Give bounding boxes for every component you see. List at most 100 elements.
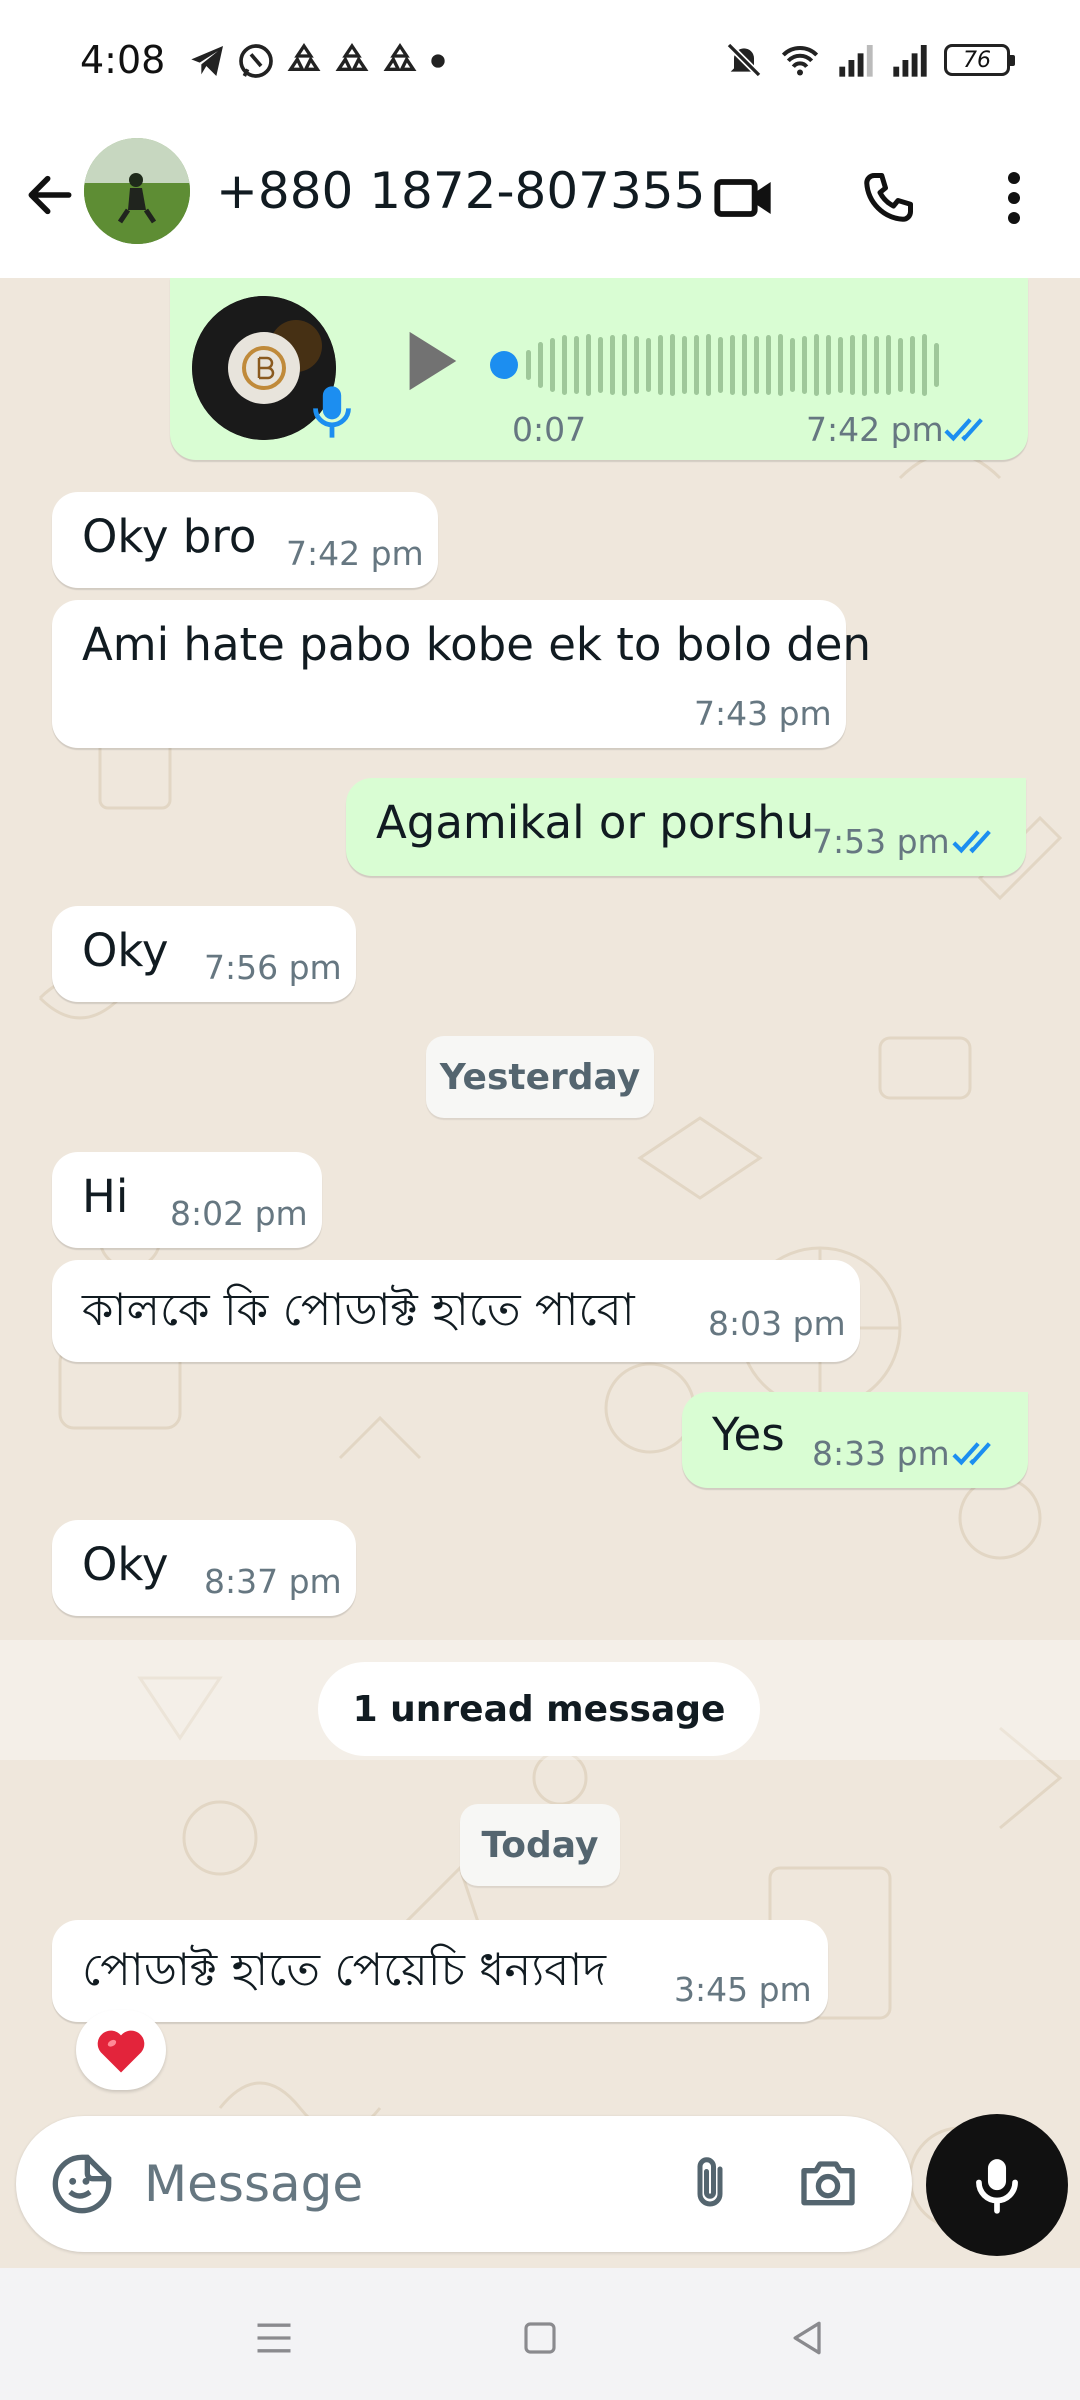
waveform-bar: [670, 334, 675, 396]
menu-icon: [257, 2323, 291, 2353]
heart-icon: [97, 2030, 145, 2073]
voice-call-button[interactable]: [848, 158, 928, 238]
message-text: Oky bro: [82, 510, 257, 563]
waveform-bar: [682, 336, 687, 394]
bell-muted-icon: [726, 42, 762, 78]
message-bubble-incoming[interactable]: Hi 8:02 pm: [52, 1152, 322, 1248]
contact-avatar[interactable]: [84, 138, 190, 244]
waveform-bar: [850, 335, 855, 395]
more-options-icon: [1008, 172, 1020, 224]
microphone-icon: [976, 2159, 1018, 2214]
playhead-dot[interactable]: [490, 351, 518, 379]
triangle-back-icon: [793, 2321, 821, 2355]
voice-waveform[interactable]: [490, 320, 970, 410]
voice-duration: 0:07: [512, 410, 587, 449]
date-divider-today: Today: [460, 1804, 620, 1886]
video-call-button[interactable]: [704, 158, 784, 238]
camera-icon: [801, 2161, 855, 2206]
message-time: 7:42 pm: [286, 534, 424, 573]
more-options-button[interactable]: [974, 158, 1054, 238]
voice-record-button[interactable]: [926, 2114, 1068, 2256]
camera-button[interactable]: [790, 2146, 866, 2222]
message-time: 7:56 pm: [204, 948, 342, 987]
voice-call-icon: [864, 173, 913, 222]
message-bubble-outgoing[interactable]: Agamikal or porshu 7:53 pm: [346, 778, 1026, 876]
message-bubble-incoming[interactable]: পোডাক্ট হাতে পেয়েচি ধন্যবাদ 3:45 pm: [52, 1920, 828, 2022]
waveform-bar: [862, 334, 867, 396]
message-input[interactable]: [144, 2146, 664, 2222]
waveform-bar: [586, 334, 591, 396]
signal-icon: [839, 45, 873, 77]
message-time: 7:43 pm: [694, 694, 832, 733]
unread-messages-divider: 1 unread message: [318, 1662, 760, 1756]
status-right: 76: [724, 38, 1015, 82]
dot-icon: [431, 54, 445, 68]
message-text: Hi: [82, 1170, 129, 1223]
waveform-bar: [718, 337, 723, 393]
square-icon: [524, 2322, 556, 2354]
read-receipt-icon: [944, 418, 983, 442]
message-text: Ami hate pabo kobe ek to bolo den: [82, 618, 871, 671]
battery-level: 76: [963, 47, 991, 73]
message-text: Yes: [712, 1408, 785, 1461]
message-time: 8:33 pm: [812, 1434, 950, 1473]
waveform-bar: [622, 334, 627, 396]
message-time: 8:03 pm: [708, 1304, 846, 1343]
waveform-bar: [646, 338, 651, 392]
whatsapp-icon: [239, 44, 273, 78]
voice-message-bubble[interactable]: 0:07 7:42 pm: [170, 278, 1028, 460]
sticker-button[interactable]: [44, 2146, 120, 2222]
chat-header: +880 1872-807355: [0, 120, 1080, 278]
chat-area[interactable]: 0:07 7:42 pm Oky bro 7:42 pm Ami hate pa…: [0, 278, 1080, 2268]
message-time: 8:02 pm: [170, 1194, 308, 1233]
arrow-left-icon: [28, 175, 72, 215]
home-button[interactable]: [500, 2298, 580, 2378]
message-time: 3:45 pm: [674, 1970, 812, 2009]
waveform-bar: [766, 335, 771, 395]
message-bubble-incoming[interactable]: Oky 8:37 pm: [52, 1520, 356, 1616]
play-icon[interactable]: [398, 326, 462, 396]
message-reaction[interactable]: [76, 2010, 166, 2090]
message-time: 7:53 pm: [812, 822, 950, 861]
waveform-bar: [910, 336, 915, 394]
message-bubble-incoming[interactable]: কালকে কি পোডাক্ট হাতে পাবো 8:03 pm: [52, 1260, 860, 1362]
message-text: কালকে কি পোডাক্ট হাতে পাবো: [82, 1283, 635, 1336]
waveform-bar: [898, 338, 903, 392]
recycle-icon: [335, 42, 369, 71]
waveform-bar: [550, 338, 555, 392]
waveform-bar: [610, 335, 615, 395]
waveform-bar: [658, 335, 663, 395]
contact-name[interactable]: +880 1872-807355: [216, 162, 705, 220]
read-receipt-icon: [952, 830, 991, 854]
message-text: পোডাক্ট হাতে পেয়েচি ধন্যবাদ: [82, 1943, 607, 1996]
recycle-icon: [287, 42, 321, 71]
message-bubble-outgoing[interactable]: Yes 8:33 pm: [682, 1392, 1028, 1488]
message-bubble-incoming[interactable]: Oky 7:56 pm: [52, 906, 356, 1002]
waveform-bar: [814, 334, 819, 396]
waveform-bar: [526, 350, 531, 380]
message-text: Oky: [82, 924, 169, 977]
waveform-bar: [934, 343, 939, 387]
waveform-bar: [574, 336, 579, 394]
message-bubble-incoming[interactable]: Oky bro 7:42 pm: [52, 492, 438, 588]
message-bubble-incoming[interactable]: Ami hate pabo kobe ek to bolo den 7:43 p…: [52, 600, 871, 748]
waveform-bar: [886, 335, 891, 395]
recents-button[interactable]: [234, 2298, 314, 2378]
attach-button[interactable]: [672, 2146, 748, 2222]
waveform-bar: [598, 337, 603, 393]
waveform-bar: [706, 334, 711, 396]
message-composer: [16, 2116, 912, 2252]
waveform-bar: [802, 336, 807, 394]
waveform-bar: [562, 335, 567, 395]
battery-icon: 76: [944, 44, 1015, 76]
waveform-bar: [874, 336, 879, 394]
waveform-bar: [538, 342, 543, 388]
back-nav-button[interactable]: [768, 2298, 848, 2378]
read-receipt-icon: [952, 1442, 991, 1466]
wifi-icon: [781, 46, 819, 76]
status-time: 4:08: [80, 38, 166, 82]
waveform-bar: [778, 334, 783, 396]
message-time: 8:37 pm: [204, 1562, 342, 1601]
waveform-bar: [826, 335, 831, 395]
back-button[interactable]: [20, 160, 80, 230]
